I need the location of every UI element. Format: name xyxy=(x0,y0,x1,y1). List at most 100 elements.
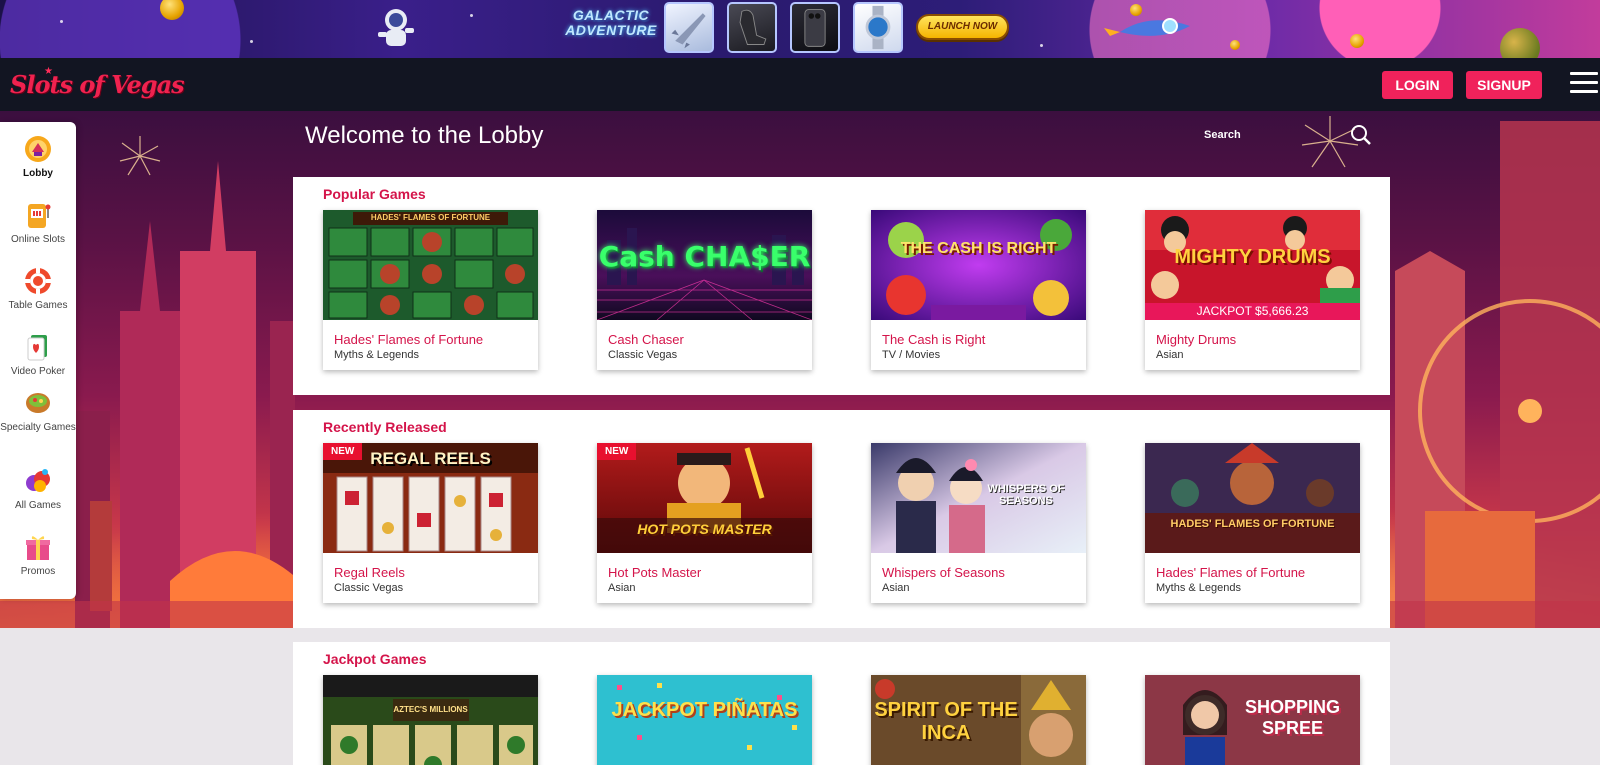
game-thumbnail[interactable]: HADES' FLAMES OF FORTUNE xyxy=(1145,443,1360,553)
game-thumbnail[interactable]: SHOPPING SPREE xyxy=(1145,675,1360,765)
game-thumb-title: WHISPERS OF SEASONS xyxy=(987,483,1065,507)
sidebar-item-label: Online Slots xyxy=(11,234,65,245)
game-thumb-title: MIGHTY DRUMS xyxy=(1174,246,1331,268)
game-thumbnail[interactable]: REGAL REELS NEW xyxy=(323,443,538,553)
sidebar-item-label: Lobby xyxy=(23,168,53,179)
game-card[interactable]: JACKPOT PIÑATAS xyxy=(597,675,812,765)
game-card[interactable]: WHISPERS OF SEASONS Whispers of Seasons … xyxy=(871,443,1086,603)
popular-games-section: Popular Games HADES' FLAMES OF FORTUNE H… xyxy=(293,177,1390,395)
game-thumbnail[interactable]: MIGHTY DRUMS JACKPOT $5,666.23 xyxy=(1145,210,1360,320)
game-name[interactable]: Hades' Flames of Fortune xyxy=(1156,565,1305,580)
game-thumb-title: HADES' FLAMES OF FORTUNE xyxy=(1170,518,1335,530)
sidebar-item-video-poker[interactable]: Video Poker xyxy=(0,332,76,378)
section-title: Popular Games xyxy=(323,186,426,202)
jackpot-amount: JACKPOT $5,666.23 xyxy=(1145,303,1360,320)
menu-icon[interactable] xyxy=(1570,72,1598,94)
promo-banner[interactable]: GALACTIC ADVENTURE LAUNCH NOW xyxy=(0,0,1600,58)
star-icon: ★ xyxy=(44,66,53,77)
game-category: Classic Vegas xyxy=(608,349,678,361)
game-name[interactable]: The Cash is Right xyxy=(882,332,985,347)
game-category: Myths & Legends xyxy=(1156,582,1241,594)
game-card[interactable]: SPIRIT OF THE INCA xyxy=(871,675,1086,765)
promo-title: GALACTIC ADVENTURE xyxy=(565,7,657,38)
sidebar-item-online-slots[interactable]: Online Slots xyxy=(0,200,76,246)
game-card[interactable]: THE CASH IS RIGHT The Cash is Right TV /… xyxy=(871,210,1086,370)
poker-chip-icon xyxy=(25,268,51,294)
sidebar-item-label: All Games xyxy=(14,500,62,511)
site-header: Slots of Vegas ★ LOGIN SIGNUP xyxy=(0,58,1600,111)
game-name[interactable]: Cash Chaser xyxy=(608,332,684,347)
game-name[interactable]: Hot Pots Master xyxy=(608,565,701,580)
new-badge: NEW xyxy=(597,443,637,460)
game-thumbnail[interactable]: HADES' FLAMES OF FORTUNE xyxy=(323,210,538,320)
star-decoration xyxy=(1040,44,1043,47)
game-thumb-title: HADES' FLAMES OF FORTUNE xyxy=(370,213,491,222)
recently-released-section: Recently Released REGAL REELS NEW Regal … xyxy=(293,410,1390,628)
game-category: Asian xyxy=(1156,349,1184,361)
game-card[interactable]: HADES' FLAMES OF FORTUNE Hades' Flames o… xyxy=(1145,443,1360,603)
playing-card-icon xyxy=(27,335,47,361)
game-name[interactable]: Whispers of Seasons xyxy=(882,565,1005,580)
game-name[interactable]: Regal Reels xyxy=(334,565,405,580)
game-thumbnail[interactable]: SPIRIT OF THE INCA xyxy=(871,675,1086,765)
game-name[interactable]: Mighty Drums xyxy=(1156,332,1236,347)
star-decoration xyxy=(470,14,473,17)
lobby-icon xyxy=(25,136,51,162)
sidebar-item-specialty-games[interactable]: Specialty Games xyxy=(0,388,76,434)
sidebar-item-label: Promos xyxy=(20,566,56,577)
coin-decoration xyxy=(1350,34,1364,48)
game-card[interactable]: REGAL REELS NEW Regal Reels Classic Vega… xyxy=(323,443,538,603)
prize-jet-icon xyxy=(664,2,714,53)
new-badge: NEW xyxy=(323,443,363,460)
game-card[interactable]: Cash CHA$ER Cash Chaser Classic Vegas xyxy=(597,210,812,370)
game-thumbnail[interactable]: Cash CHA$ER xyxy=(597,210,812,320)
prize-massage-chair-icon xyxy=(727,2,777,53)
game-thumb-title: SHOPPING SPREE xyxy=(1244,697,1341,738)
login-button[interactable]: LOGIN xyxy=(1382,71,1453,99)
astronaut-icon xyxy=(378,9,414,46)
game-category: Classic Vegas xyxy=(334,582,404,594)
planet-decoration xyxy=(1500,28,1540,58)
game-category: Asian xyxy=(608,582,636,594)
sidebar-item-lobby[interactable]: Lobby xyxy=(0,134,76,180)
section-title: Jackpot Games xyxy=(323,651,427,667)
search-icon[interactable] xyxy=(1350,124,1372,146)
star-decoration xyxy=(250,40,253,43)
specialty-bowl-icon xyxy=(26,393,50,413)
slot-machine-icon xyxy=(28,204,51,228)
game-thumbnail[interactable]: WHISPERS OF SEASONS xyxy=(871,443,1086,553)
star-decoration xyxy=(60,20,63,23)
game-thumb-title: JACKPOT PIÑATAS xyxy=(611,699,798,721)
launch-now-button[interactable]: LAUNCH NOW xyxy=(916,14,1009,40)
game-thumbnail[interactable]: HOT POTS MASTER NEW xyxy=(597,443,812,553)
all-games-icon xyxy=(26,469,50,492)
prize-watch-icon xyxy=(853,2,903,53)
game-thumbnail[interactable]: THE CASH IS RIGHT xyxy=(871,210,1086,320)
game-thumbnail[interactable]: JACKPOT PIÑATAS xyxy=(597,675,812,765)
site-logo[interactable]: Slots of Vegas xyxy=(10,70,185,99)
rocket-icon xyxy=(1104,18,1190,36)
sidebar-item-table-games[interactable]: Table Games xyxy=(0,266,76,312)
game-card[interactable]: HOT POTS MASTER NEW Hot Pots Master Asia… xyxy=(597,443,812,603)
sidebar-item-label: Video Poker xyxy=(10,366,66,377)
sidebar-item-promos[interactable]: Promos xyxy=(0,532,76,578)
prize-phone-icon xyxy=(790,2,840,53)
game-category: Asian xyxy=(882,582,910,594)
gift-icon xyxy=(26,536,50,560)
game-thumbnail[interactable]: AZTEC'S MILLIONS xyxy=(323,675,538,765)
search-input[interactable] xyxy=(1250,124,1360,146)
section-title: Recently Released xyxy=(323,419,447,435)
page-title: Welcome to the Lobby xyxy=(305,122,544,149)
game-name[interactable]: Hades' Flames of Fortune xyxy=(334,332,483,347)
game-card[interactable]: HADES' FLAMES OF FORTUNE Hades' Flames o… xyxy=(323,210,538,370)
game-thumb-title: Cash CHA$ER xyxy=(598,240,811,273)
game-card[interactable]: AZTEC'S MILLIONS xyxy=(323,675,538,765)
game-card[interactable]: MIGHTY DRUMS JACKPOT $5,666.23 Mighty Dr… xyxy=(1145,210,1360,370)
game-thumb-title: AZTEC'S MILLIONS xyxy=(393,705,468,714)
game-card[interactable]: SHOPPING SPREE xyxy=(1145,675,1360,765)
signup-button[interactable]: SIGNUP xyxy=(1466,71,1542,99)
coin-decoration xyxy=(1230,40,1240,50)
sidebar-item-all-games[interactable]: All Games xyxy=(0,466,76,512)
coin-decoration xyxy=(160,0,184,20)
jackpot-games-section: Jackpot Games AZTEC'S MILLIONS JACKPOT P… xyxy=(293,642,1390,765)
